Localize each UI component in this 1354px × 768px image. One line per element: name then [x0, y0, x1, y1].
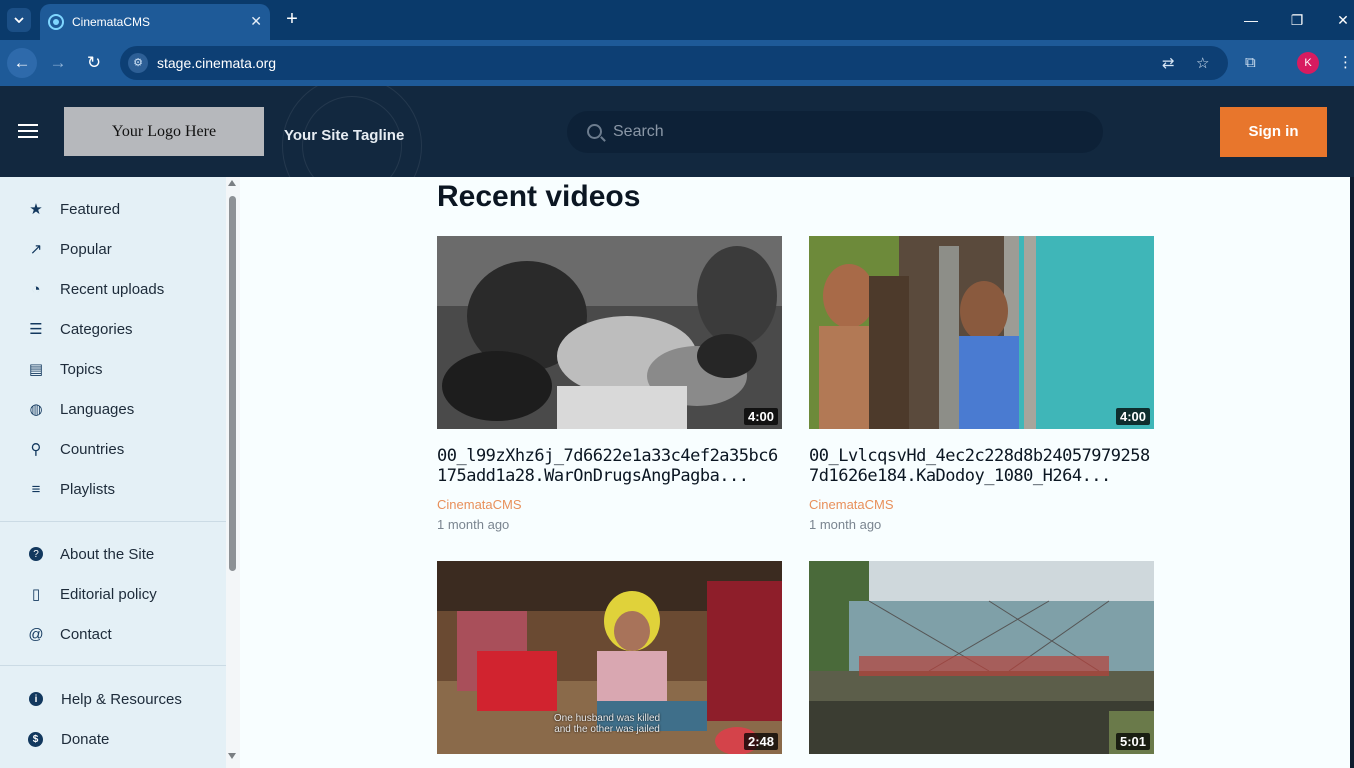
search-icon [587, 124, 602, 139]
sidebar-item-categories[interactable]: ☰ Categories [0, 309, 226, 349]
video-upload-time: 1 month ago [809, 517, 882, 532]
close-window-button[interactable]: ✕ [1331, 8, 1354, 32]
sidebar-item-label: Playlists [60, 480, 116, 498]
site-header: Your Logo Here Your Site Tagline Sign in [0, 86, 1354, 177]
sidebar-item-editorial-policy[interactable]: ▯ Editorial policy [0, 574, 226, 614]
at-icon: @ [28, 625, 44, 643]
video-thumbnail[interactable]: One husband was killed and the other was… [437, 561, 782, 754]
document-icon: ▯ [31, 586, 41, 603]
sidebar-item-label: Help & Resources [61, 690, 182, 708]
video-duration: 4:00 [1115, 408, 1150, 425]
globe-icon: ◍ [29, 401, 43, 418]
main-content: Recent videos 4:00 00_l99zXhz6j_7d6622e1… [240, 177, 1350, 768]
dollar-icon: $ [28, 731, 43, 747]
video-duration: 2:48 [743, 733, 778, 750]
topics-icon: ▤ [28, 361, 44, 378]
video-author[interactable]: CinemataCMS [437, 497, 522, 512]
address-bar[interactable]: ⚙ stage.cinemata.org ⇄ ☆ [120, 46, 1228, 80]
subtitle-line: and the other was jailed [554, 724, 660, 735]
sidebar: ★ Featured ↗ Popular ◔ Recent uploads ☰ … [0, 177, 226, 768]
profile-avatar[interactable]: K [1297, 52, 1319, 74]
video-author[interactable]: CinemataCMS [809, 497, 894, 512]
info-icon: i [29, 692, 43, 706]
sidebar-item-label: Languages [60, 400, 135, 418]
sidebar-item-label: About the Site [60, 545, 155, 563]
browser-menu-icon[interactable]: ⋮ [1338, 53, 1353, 71]
chevron-down-icon [14, 17, 24, 23]
location-pin-icon: ⚲ [30, 441, 42, 458]
sidebar-item-donate[interactable]: $ Donate [0, 719, 226, 759]
back-button[interactable]: ← [7, 48, 37, 78]
sign-in-button[interactable]: Sign in [1220, 107, 1327, 157]
video-subtitle-overlay: One husband was killed and the other was… [532, 713, 682, 735]
video-title[interactable]: 00_LvlcqsvHd_4ec2c228d8b240579792587d162… [809, 446, 1154, 486]
close-tab-icon[interactable]: ✕ [250, 13, 262, 30]
sidebar-item-label: Editorial policy [60, 585, 157, 603]
sidebar-item-label: Contact [60, 625, 112, 643]
minimize-button[interactable]: — [1239, 8, 1263, 32]
sidebar-item-label: Recent uploads [60, 280, 165, 298]
sidebar-item-playlists[interactable]: ≡ Playlists [0, 469, 226, 509]
site-logo[interactable]: Your Logo Here [64, 107, 264, 156]
extensions-icon[interactable]: ⧉ [1245, 54, 1256, 71]
forward-button[interactable]: → [43, 48, 73, 78]
sidebar-item-recent-uploads[interactable]: ◔ Recent uploads [0, 269, 226, 309]
video-title[interactable]: 00_l99zXhz6j_7d6622e1a33c4ef2a35bc6175ad… [437, 446, 782, 486]
help-icon: ? [29, 547, 43, 561]
sidebar-item-label: Topics [60, 360, 103, 378]
categories-icon: ☰ [29, 321, 43, 338]
site-tagline: Your Site Tagline [284, 127, 405, 144]
trending-icon: ↗ [29, 241, 43, 258]
sidebar-item-countries[interactable]: ⚲ Countries [0, 429, 226, 469]
playlist-icon: ≡ [31, 480, 41, 498]
hamburger-menu-icon[interactable] [18, 124, 38, 138]
scroll-down-arrow-icon[interactable] [228, 753, 236, 759]
bookmark-star-icon[interactable]: ☆ [1196, 54, 1209, 72]
sidebar-item-label: Countries [60, 440, 125, 458]
tab-title: CinemataCMS [72, 15, 151, 29]
translate-icon[interactable]: ⇄ [1162, 54, 1175, 72]
restore-button[interactable]: ❐ [1285, 8, 1309, 32]
star-icon: ★ [29, 201, 43, 218]
sidebar-divider [0, 521, 226, 522]
site-info-icon[interactable]: ⚙ [128, 53, 148, 73]
sidebar-scrollbar-thumb[interactable] [229, 196, 236, 571]
browser-tabbar: CinemataCMS ✕ + — ❐ ✕ [0, 0, 1354, 40]
scroll-up-arrow-icon[interactable] [228, 180, 236, 186]
browser-navbar: ← → ↻ ⚙ stage.cinemata.org ⇄ ☆ ⧉ K ⋮ [0, 40, 1354, 86]
tab-search-button[interactable] [7, 8, 31, 32]
sidebar-item-label: Categories [60, 320, 133, 338]
video-thumbnail[interactable]: 5:01 [809, 561, 1154, 754]
sidebar-item-label: Donate [61, 730, 110, 748]
sidebar-item-contact[interactable]: @ Contact [0, 614, 226, 654]
sidebar-item-about[interactable]: ? About the Site [0, 534, 226, 574]
video-duration: 5:01 [1115, 733, 1150, 750]
browser-tab[interactable]: CinemataCMS ✕ [40, 4, 270, 40]
search-box[interactable] [567, 111, 1103, 153]
video-thumbnail[interactable]: 4:00 [809, 236, 1154, 429]
subtitle-line: One husband was killed [553, 713, 661, 724]
sidebar-item-topics[interactable]: ▤ Topics [0, 349, 226, 389]
sidebar-item-featured[interactable]: ★ Featured [0, 189, 226, 229]
video-thumbnail[interactable]: 4:00 [437, 236, 782, 429]
page-title: Recent videos [437, 180, 641, 213]
sidebar-item-help-resources[interactable]: i Help & Resources [0, 679, 226, 719]
sidebar-item-label: Featured [60, 200, 121, 218]
search-input[interactable] [613, 120, 1083, 144]
video-duration: 4:00 [743, 408, 778, 425]
sidebar-item-languages[interactable]: ◍ Languages [0, 389, 226, 429]
reload-button[interactable]: ↻ [79, 48, 109, 78]
sidebar-divider [0, 665, 226, 666]
sidebar-item-label: Popular [60, 240, 112, 258]
url-text[interactable]: stage.cinemata.org [157, 55, 276, 71]
video-upload-time: 1 month ago [437, 517, 510, 532]
new-tab-button[interactable]: + [282, 8, 302, 32]
sidebar-item-popular[interactable]: ↗ Popular [0, 229, 226, 269]
cinemata-favicon-icon [48, 14, 64, 30]
recent-icon: ◔ [31, 280, 41, 298]
